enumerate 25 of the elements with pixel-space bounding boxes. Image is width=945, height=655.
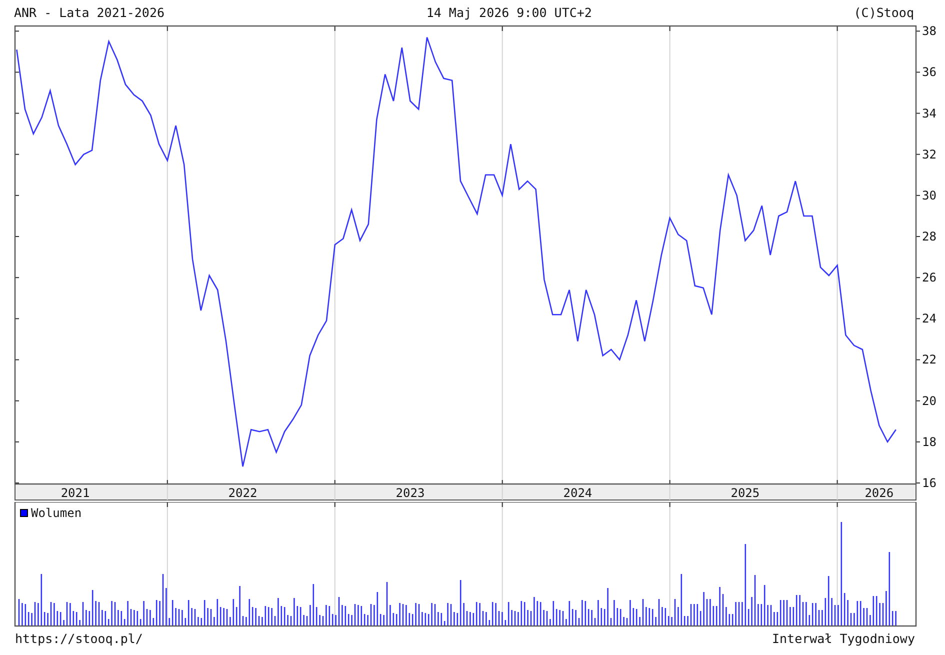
axis-label: 2023 [396, 486, 425, 500]
axis-label: 20 [922, 394, 936, 408]
legend-label: Wolumen [31, 506, 82, 520]
axis-label: 30 [922, 188, 936, 202]
axis-label: 2021 [60, 486, 90, 500]
axis-label: 28 [922, 230, 936, 244]
axis-label: 2026 [864, 486, 894, 500]
axis-label: 2022 [228, 486, 258, 500]
legend-swatch-icon [20, 509, 28, 517]
axis-label: 36 [922, 65, 936, 80]
axis-label: 26 [922, 270, 936, 285]
chart-title: ANR - Lata 2021-2026 [14, 4, 165, 20]
axis-label: 24 [922, 312, 936, 326]
axis-label: 32 [922, 147, 936, 162]
axis-label: 22 [922, 352, 936, 367]
interval-label: Interwał Tygodniowy [772, 630, 915, 646]
axis-label: 2025 [730, 486, 760, 500]
axis-label: 38 [922, 24, 936, 38]
axis-label: 18 [922, 434, 936, 449]
axis-label: 34 [922, 106, 936, 120]
copyright-text: (C)Stooq [854, 4, 914, 20]
axis-label: 2024 [563, 486, 592, 500]
url-link[interactable]: https://stooq.pl/ [15, 630, 143, 646]
timestamp: 14 Maj 2026 9:00 UTC+2 [426, 4, 592, 20]
axis-label: 16 [922, 476, 936, 490]
